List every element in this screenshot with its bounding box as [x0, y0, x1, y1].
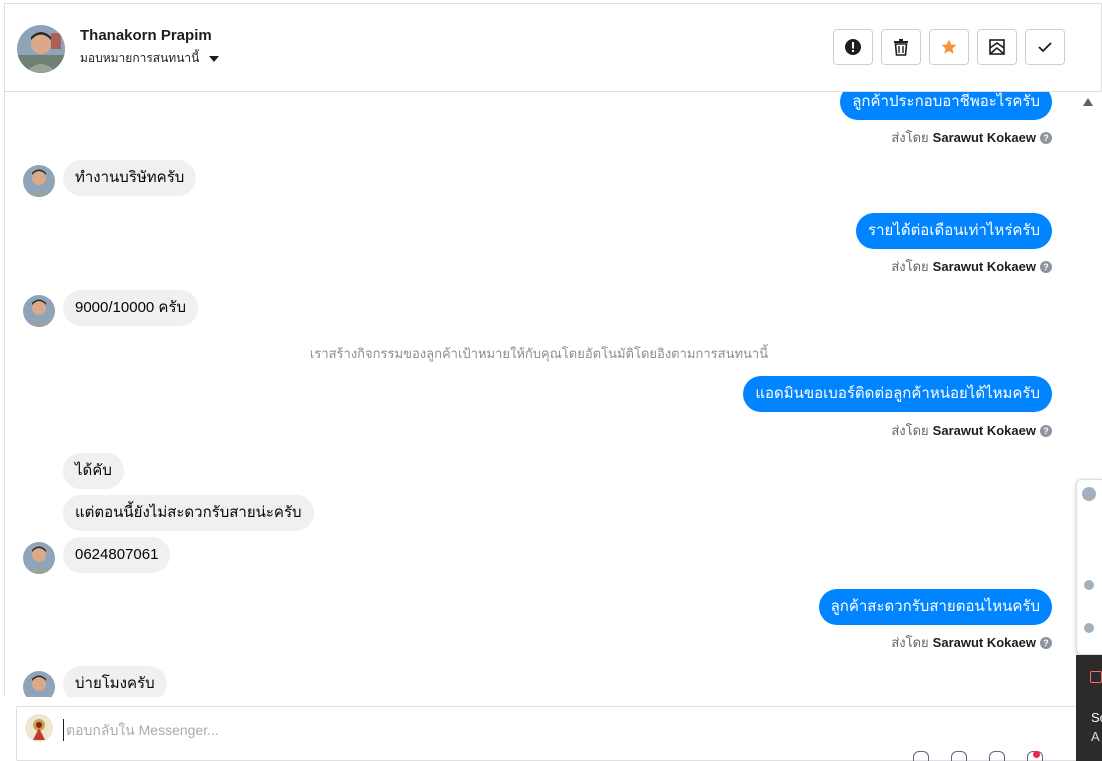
- incoming-message[interactable]: 0624807061: [63, 537, 171, 573]
- emoji-icon[interactable]: [989, 751, 1005, 761]
- toast-body: A: [1091, 729, 1100, 744]
- incoming-message[interactable]: ได้คับ: [63, 453, 124, 489]
- help-icon[interactable]: ?: [1040, 260, 1052, 273]
- message-thread[interactable]: ลูกค้าประกอบอาชีพอะไรครับ ส่งโดย Sarawut…: [4, 92, 1076, 697]
- contact-avatar-small[interactable]: [23, 671, 55, 697]
- help-icon[interactable]: ?: [1040, 636, 1052, 649]
- scroll-up-arrow-icon[interactable]: [1083, 98, 1093, 106]
- incoming-message[interactable]: บ่ายโมงครับ: [63, 666, 167, 697]
- agent-name: Sarawut Kokaew: [932, 259, 1036, 274]
- side-popup[interactable]: [1076, 479, 1102, 655]
- help-icon[interactable]: ?: [1040, 131, 1052, 144]
- composer-tools: [913, 751, 1043, 761]
- attachment-icon[interactable]: [913, 751, 929, 761]
- contact-avatar[interactable]: [17, 25, 65, 73]
- incoming-message[interactable]: แต่ตอนนี้ยังไม่สะดวกรับสายน่ะครับ: [63, 495, 314, 531]
- contact-avatar-small[interactable]: [23, 295, 55, 327]
- reply-input[interactable]: [63, 719, 863, 741]
- incoming-message[interactable]: 9000/10000 ครับ: [63, 290, 199, 326]
- mark-unread-button[interactable]: [977, 29, 1017, 65]
- sent-by-label: ส่งโดย Sarawut Kokaew ?: [891, 420, 1052, 441]
- sent-by-label: ส่งโดย Sarawut Kokaew ?: [891, 127, 1052, 148]
- outgoing-message[interactable]: รายได้ต่อเดือนเท่าไหร่ครับ: [856, 213, 1052, 249]
- outgoing-message[interactable]: แอดมินขอเบอร์ติดต่อลูกค้าหน่อยได้ไหมครับ: [743, 376, 1052, 412]
- popup-avatar: [1082, 487, 1096, 501]
- system-note: เราสร้างกิจกรรมของลูกค้าเป้าหมายให้กับคุ…: [309, 346, 769, 361]
- conversation-header: Thanakorn Prapim มอบหมายการสนทนานี้: [4, 3, 1102, 92]
- outgoing-message[interactable]: ลูกค้าสะดวกรับสายตอนไหนครับ: [818, 589, 1052, 625]
- agent-name: Sarawut Kokaew: [932, 423, 1036, 438]
- notification-dot: [1033, 751, 1040, 758]
- notification-toast[interactable]: Sc A: [1076, 655, 1102, 761]
- sent-by-label: ส่งโดย Sarawut Kokaew ?: [891, 632, 1052, 653]
- sent-by-prefix: ส่งโดย: [891, 635, 929, 650]
- contact-name: Thanakorn Prapim: [80, 27, 212, 44]
- help-icon[interactable]: ?: [1040, 424, 1052, 437]
- sent-by-prefix: ส่งโดย: [891, 259, 929, 274]
- assign-conversation-dropdown[interactable]: มอบหมายการสนทนานี้: [80, 49, 220, 68]
- calendar-icon: [1090, 671, 1102, 683]
- header-actions: [833, 29, 1065, 65]
- caret-down-icon: [209, 55, 220, 62]
- reply-composer: [16, 706, 1078, 761]
- popup-avatar: [1084, 580, 1094, 590]
- spam-button[interactable]: [833, 29, 873, 65]
- page-avatar: [25, 714, 53, 742]
- alert-icon: [845, 39, 861, 55]
- delete-button[interactable]: [881, 29, 921, 65]
- toast-title: Sc: [1091, 710, 1102, 725]
- assign-label: มอบหมายการสนทนานี้: [80, 51, 200, 65]
- envelope-icon: [989, 39, 1005, 55]
- sent-by-prefix: ส่งโดย: [891, 423, 929, 438]
- sent-by-prefix: ส่งโดย: [891, 130, 929, 145]
- sent-by-label: ส่งโดย Sarawut Kokaew ?: [891, 256, 1052, 277]
- done-button[interactable]: [1025, 29, 1065, 65]
- popup-avatar: [1084, 623, 1094, 633]
- inbox-conversation: Thanakorn Prapim มอบหมายการสนทนานี้ ลูกค…: [0, 0, 1102, 761]
- contact-avatar-small[interactable]: [23, 542, 55, 574]
- star-button[interactable]: [929, 29, 969, 65]
- incoming-message[interactable]: ทำงานบริษัทครับ: [63, 160, 197, 196]
- check-icon: [1038, 42, 1052, 53]
- agent-name: Sarawut Kokaew: [932, 130, 1036, 145]
- agent-name: Sarawut Kokaew: [932, 635, 1036, 650]
- star-icon: [941, 39, 957, 54]
- contact-avatar-small[interactable]: [23, 165, 55, 197]
- outgoing-message[interactable]: ลูกค้าประกอบอาชีพอะไรครับ: [840, 92, 1052, 120]
- image-icon[interactable]: [951, 751, 967, 761]
- trash-icon: [894, 39, 908, 56]
